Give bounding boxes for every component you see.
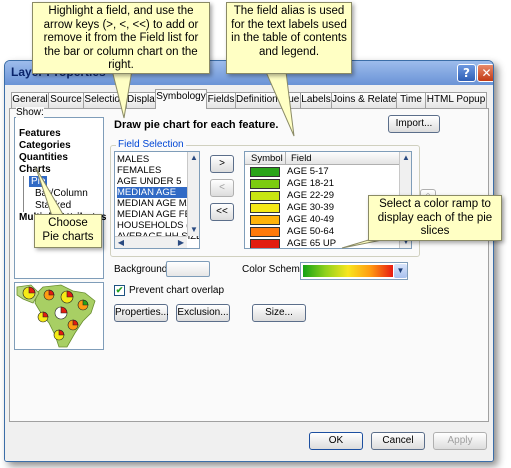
callout-pie-charts: Choose Pie charts [34,214,102,248]
callout-color-ramp: Select a color ramp to display each of t… [368,195,502,241]
callout-highlight-field: Highlight a field, and use the arrow key… [32,2,210,74]
callout-field-alias: The field alias is used for the text lab… [226,2,352,74]
